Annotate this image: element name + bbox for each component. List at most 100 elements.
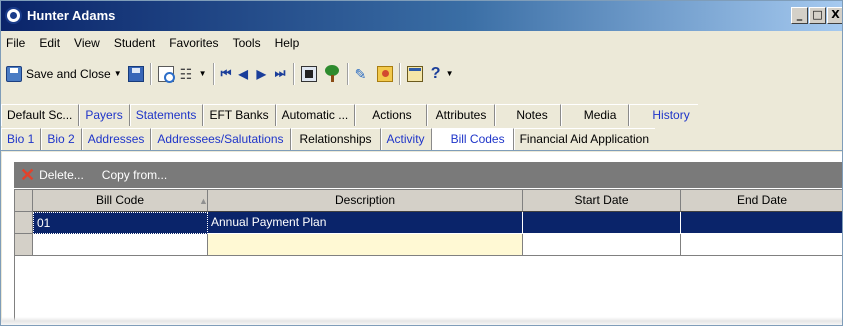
tab-addresses[interactable]: Addresses [81,128,152,150]
bill-code-cell[interactable] [33,234,208,256]
window-icon [406,65,423,82]
toolbar-separator [212,62,215,85]
description-cell[interactable] [208,234,523,256]
folder-icon [376,65,393,82]
app-icon [5,7,22,24]
description-cell[interactable]: Annual Payment Plan [208,212,523,234]
chevron-down-icon[interactable]: ▼ [114,69,122,78]
tab-eft-banks[interactable]: EFT Banks [203,104,276,126]
delete-label: Delete... [39,168,84,182]
column-header-label: Bill Code [95,193,145,207]
tab-bill-codes[interactable]: Bill Codes [431,128,514,150]
toolbar-separator [398,62,401,85]
menu-tools[interactable]: Tools [227,34,269,54]
print-preview-icon [157,65,175,83]
row-selector[interactable] [15,212,33,234]
copy-from-button[interactable]: Copy from... [96,168,173,182]
tab-payers[interactable]: Payers [79,104,130,126]
maximize-button[interactable]: □ [809,7,826,24]
menu-edit[interactable]: Edit [33,34,68,54]
tree-view-button[interactable]: ☷ ▼ [177,63,210,85]
menu-help[interactable]: Help [269,34,308,54]
bill-codes-grid: Bill Code ▲ Description Start Date End D… [14,189,842,325]
action-bar: ✕ Delete... Copy from... [14,162,842,188]
row-selector[interactable] [15,234,33,256]
save-button[interactable] [125,63,147,85]
menu-student[interactable]: Student [108,34,163,54]
help-icon: ? [430,64,441,82]
menu-bar: File Edit View Student Favorites Tools H… [1,34,307,54]
save-and-close-label: Save and Close [26,66,111,81]
tab-row-1: Default Sc... Payers Statements EFT Bank… [1,104,698,126]
title-bar[interactable]: Hunter Adams _ □ X [1,1,842,31]
tab-divider [1,150,842,151]
toolbar-separator [292,62,295,85]
window-title: Hunter Adams [27,8,116,23]
tab-attributes[interactable]: Attributes [426,104,496,126]
previous-record-icon: ◀ [238,66,248,81]
tab-row-2: Bio 1 Bio 2 Addresses Addressees/Salutat… [1,128,656,150]
save-close-icon [6,65,22,82]
first-record-button[interactable]: ⏮ [218,63,236,85]
previous-record-button[interactable]: ◀ [236,63,254,85]
menu-file[interactable]: File [1,34,33,54]
grid-header: Bill Code ▲ Description Start Date End D… [15,190,842,212]
torn-edge [1,317,842,325]
help-button[interactable]: ? ▼ [426,63,457,85]
header-corner [15,190,33,212]
minimize-button[interactable]: _ [791,7,808,24]
print-preview-button[interactable] [155,63,177,85]
family-tree-button[interactable] [320,63,344,85]
tab-bio-2[interactable]: Bio 2 [41,128,82,150]
menu-favorites[interactable]: Favorites [163,34,226,54]
column-header-end-date[interactable]: End Date [681,190,842,212]
tab-bio-1[interactable]: Bio 1 [1,128,42,150]
window-controls: _ □ X [791,7,842,24]
save-and-close-button[interactable]: Save and Close ▼ [3,63,125,85]
menu-view[interactable]: View [68,34,108,54]
next-record-button[interactable]: ▶ [254,63,272,85]
delete-x-icon: ✕ [20,165,36,185]
tab-default-settings[interactable]: Default Sc... [1,104,80,126]
end-date-cell[interactable] [681,234,842,256]
start-date-cell[interactable] [523,234,681,256]
column-header-start-date[interactable]: Start Date [523,190,681,212]
last-record-icon: ⏭ [274,66,286,80]
tab-activity[interactable]: Activity [380,128,432,150]
column-header-bill-code[interactable]: Bill Code ▲ [33,190,208,212]
sort-ascending-icon: ▲ [199,196,208,206]
tab-financial-aid-application[interactable]: Financial Aid Application [513,128,656,150]
chevron-down-icon[interactable]: ▼ [446,69,454,78]
save-icon [127,65,144,82]
delete-button[interactable]: ✕ Delete... [14,165,90,185]
window-button[interactable] [404,63,426,85]
bill-code-cell[interactable]: 01 [33,212,208,234]
last-record-button[interactable]: ⏭ [272,63,290,85]
family-tree-icon [323,64,341,83]
tab-history[interactable]: History [629,104,698,126]
next-record-icon: ▶ [256,66,266,81]
toolbar-separator [346,62,349,85]
tab-relationships[interactable]: Relationships [290,128,381,150]
toolbar: Save and Close ▼ ☷ ▼ ⏮ ◀ ▶ ⏭ ✎ ? ▼ [3,60,842,87]
calculator-icon [300,65,317,82]
column-header-description[interactable]: Description [208,190,523,212]
close-button[interactable]: X [827,7,842,24]
folder-button[interactable] [374,63,396,85]
toolbar-separator [149,62,152,85]
tab-automatic[interactable]: Automatic ... [275,104,356,126]
tab-media[interactable]: Media [560,104,630,126]
table-row[interactable] [15,234,842,256]
tab-addressees-salutations[interactable]: Addressees/Salutations [151,128,291,150]
start-date-cell[interactable] [523,212,681,234]
tab-actions[interactable]: Actions [355,104,427,126]
tab-statements[interactable]: Statements [129,104,204,126]
tree-icon: ☷ [179,65,193,82]
chevron-down-icon[interactable]: ▼ [199,69,207,78]
end-date-cell[interactable] [681,212,842,234]
tab-notes[interactable]: Notes [495,104,561,126]
pen-button[interactable]: ✎ [352,63,374,85]
bill-codes-panel: ✕ Delete... Copy from... Bill Code ▲ Des… [2,152,842,325]
calculator-button[interactable] [298,63,320,85]
table-row[interactable]: 01 Annual Payment Plan [15,212,842,234]
